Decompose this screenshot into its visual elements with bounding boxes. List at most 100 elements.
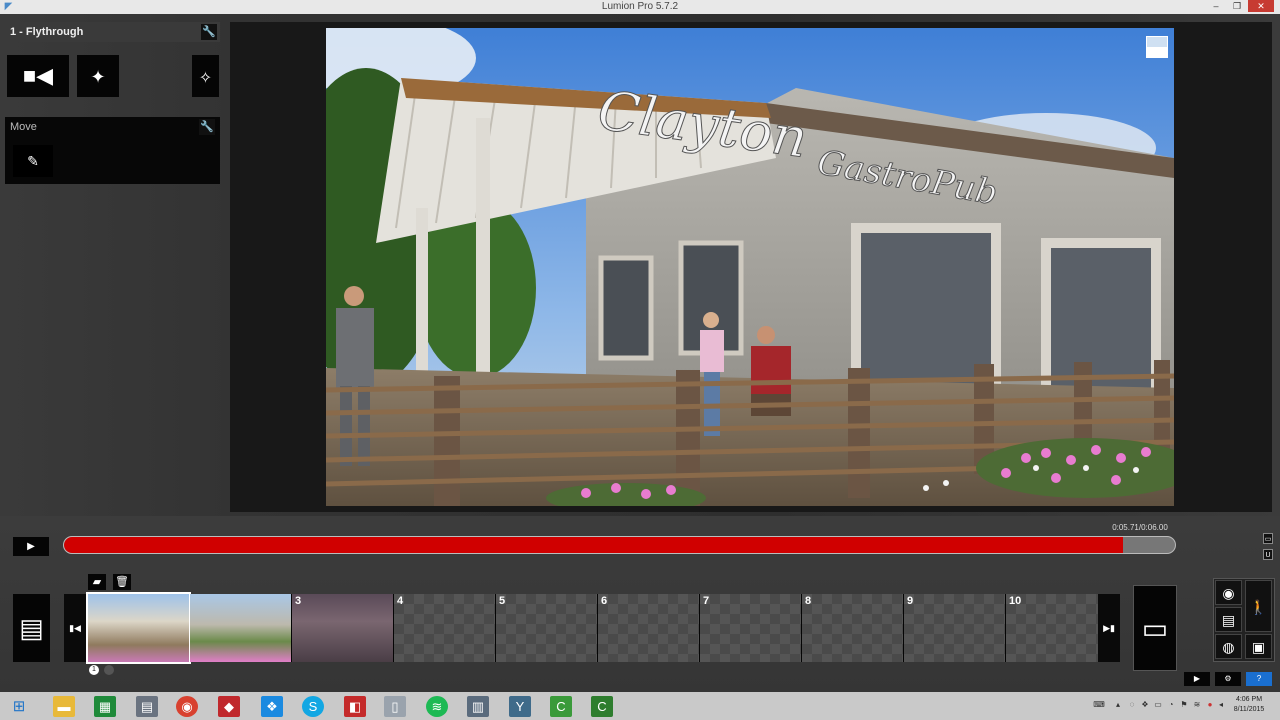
clip-slot-number: 8	[805, 595, 812, 607]
spotify-icon[interactable]: ≋	[426, 696, 448, 717]
tray-network-icon[interactable]: ◔	[1166, 700, 1176, 710]
photo-mode-button[interactable]: ◉	[1215, 580, 1242, 605]
page-dot-active[interactable]: 1	[89, 665, 99, 675]
clip-slot-4[interactable]: 4	[394, 594, 495, 662]
close-icon[interactable]: ✕	[1248, 0, 1274, 12]
camera-icon: ◉	[1222, 585, 1235, 601]
play-small-icon: ▶	[1193, 674, 1201, 683]
wrench-icon[interactable]: 🔧	[201, 24, 217, 40]
clip-slot-3[interactable]: 3	[292, 594, 393, 662]
skype-icon[interactable]: S	[302, 696, 324, 717]
clip-slot-7[interactable]: 7	[700, 594, 801, 662]
clip-slot-number: 9	[907, 595, 914, 607]
globe-icon: ◍	[1222, 639, 1235, 655]
trash-icon: 🗑	[115, 576, 129, 588]
clapperboard-icon: ▭	[1141, 613, 1169, 644]
progress-scrubber[interactable]	[63, 536, 1176, 554]
effects-walk-button[interactable]: ✧	[192, 55, 219, 97]
clip-slot-1[interactable]	[86, 592, 191, 664]
clip-slot-number: 5	[499, 595, 506, 607]
layout-app-icon[interactable]: ◧	[344, 696, 366, 717]
unit-toggle-icon[interactable]: U	[1263, 549, 1273, 560]
scene-render: Clayton GastroPub	[326, 28, 1174, 506]
gear-icon: ⚙	[1224, 674, 1232, 683]
clip-slot-6[interactable]: 6	[598, 594, 699, 662]
keyboard-icon[interactable]: ⌨	[1091, 700, 1107, 710]
help-button[interactable]: ?	[1246, 672, 1272, 686]
clip-slot-10[interactable]: 10	[1006, 594, 1107, 662]
file-explorer-icon[interactable]: ▬	[53, 696, 75, 717]
restore-icon[interactable]: ❐	[1227, 0, 1247, 12]
move-label: Move	[10, 121, 37, 133]
clip-title: 1 - Flythrough	[10, 26, 84, 38]
tray-app-icon[interactable]: ◌	[1127, 700, 1137, 710]
tray-wifi-icon[interactable]: ≋	[1192, 700, 1202, 710]
clapper-add-button[interactable]: ▰	[88, 574, 106, 590]
clock-time: 4:06 PM	[1235, 696, 1263, 703]
progress-fill	[64, 537, 1123, 553]
settings-button[interactable]: ⚙	[1215, 672, 1241, 686]
effects-button[interactable]: ✦	[77, 55, 119, 97]
clip-slot-number: 7	[703, 595, 710, 607]
pencil-icon: ✎	[27, 153, 39, 169]
sparkle-icon: ✦	[90, 67, 106, 87]
render-play-button[interactable]: ▶	[1184, 672, 1210, 686]
title-bar: ◤ Lumion Pro 5.7.2 – ❐ ✕	[0, 0, 1280, 14]
video-camera-icon: ■◀	[22, 63, 54, 88]
fullscreen-toggle-icon[interactable]	[1146, 36, 1168, 58]
spreadsheet-app-icon[interactable]: ▦	[94, 696, 116, 717]
render-viewport[interactable]: Clayton GastroPub	[326, 28, 1174, 506]
clip-slot-8[interactable]: 8	[802, 594, 903, 662]
camtasia-icon[interactable]: C	[550, 696, 572, 717]
windows-start-icon[interactable]: ⊞	[8, 696, 30, 717]
play-button[interactable]: ▶	[13, 537, 49, 556]
tray-expand-icon[interactable]: ▴	[1113, 700, 1123, 710]
clip-slot-number: 3	[295, 595, 302, 607]
page-dot[interactable]	[104, 665, 114, 675]
play-icon: ▶	[27, 541, 35, 552]
clip-slot-number: 10	[1009, 595, 1022, 607]
move-panel: Move 🔧 ✎	[5, 117, 220, 184]
clip-strip: ▮◀ 3 4 5 6 7 8 9 10 ▶▮	[64, 592, 1120, 664]
clip-slot-2[interactable]	[190, 594, 291, 662]
movie-mode-button[interactable]: ▤	[13, 594, 50, 662]
help-label: ?	[1256, 674, 1262, 683]
file-manager-icon[interactable]: ▥	[467, 696, 489, 717]
floppy-disk-icon: ▣	[1251, 639, 1266, 655]
lumion-app-icon: ◤	[4, 1, 13, 12]
clip-slot-number: 6	[601, 595, 608, 607]
walk-mode-button[interactable]: 🚶	[1245, 580, 1272, 632]
clip-slot-9[interactable]: 9	[904, 594, 1005, 662]
edit-pencil-button[interactable]: ✎	[13, 145, 53, 177]
sketchup-icon[interactable]: ◆	[218, 696, 240, 717]
lumion-task-icon[interactable]: Y	[509, 696, 531, 717]
panorama-mode-button[interactable]: ◍	[1215, 634, 1242, 659]
time-readout: 0:05.71/0:06.00	[1112, 523, 1168, 532]
film-strip-icon: ▤	[19, 613, 44, 643]
tray-monitor-icon[interactable]: ▭	[1153, 700, 1163, 710]
tray-security-icon[interactable]: ●	[1205, 700, 1215, 710]
delete-clip-button[interactable]: 🗑	[113, 574, 131, 590]
film-icon: ▤	[1221, 612, 1236, 628]
chrome-icon[interactable]: ◉	[176, 696, 198, 717]
notepad-icon[interactable]: ▯	[384, 696, 406, 717]
volume-icon[interactable]: ◂	[1216, 700, 1226, 710]
camtasia-recorder-icon[interactable]: C	[591, 696, 613, 717]
calculator-icon[interactable]: ▤	[136, 696, 158, 717]
record-clip-button[interactable]: ▭	[1133, 585, 1177, 671]
tray-clock[interactable]: 4:06 PM 8/11/2015	[1226, 695, 1272, 715]
fps-toggle-icon[interactable]: ▭	[1263, 533, 1273, 544]
window-title: Lumion Pro 5.7.2	[601, 1, 679, 12]
minimize-icon[interactable]: –	[1206, 0, 1226, 12]
clip-slot-5[interactable]: 5	[496, 594, 597, 662]
move-wrench-icon[interactable]: 🔧	[199, 119, 215, 135]
strip-next-arrow[interactable]: ▶▮	[1098, 594, 1120, 662]
clip-slot-number: 4	[397, 595, 404, 607]
strip-prev-arrow[interactable]: ▮◀	[64, 594, 86, 662]
save-button[interactable]: ▣	[1245, 634, 1272, 659]
tray-dropbox-icon[interactable]: ❖	[1140, 700, 1150, 710]
dropbox-icon[interactable]: ❖	[261, 696, 283, 717]
tray-flag-icon[interactable]: ⚑	[1179, 700, 1189, 710]
camera-keyframe-button[interactable]: ■◀	[7, 55, 69, 97]
movie-mode-small-button[interactable]: ▤	[1215, 607, 1242, 632]
